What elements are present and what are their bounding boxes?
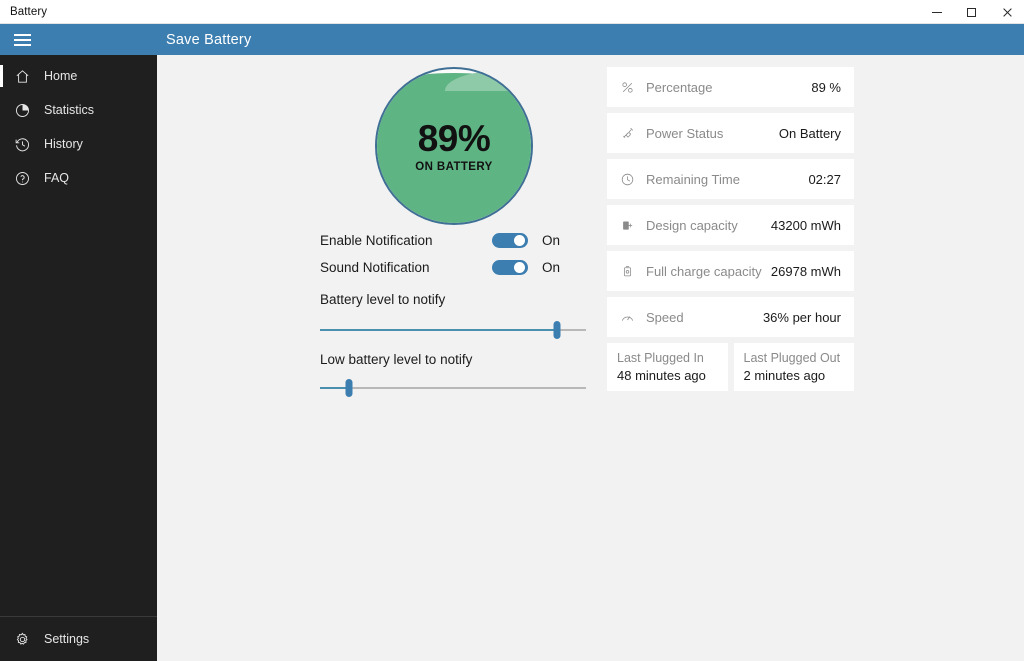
sidebar-item-faq[interactable]: FAQ xyxy=(0,161,157,195)
hamburger-icon[interactable] xyxy=(0,24,45,55)
info-card-value: 36% per hour xyxy=(763,310,841,325)
close-button[interactable] xyxy=(989,0,1024,24)
info-card-value: 02:27 xyxy=(808,172,841,187)
sound-notification-toggle[interactable] xyxy=(492,260,528,275)
minimize-icon xyxy=(932,12,942,13)
sidebar-nav: Home Statistics History FAQ xyxy=(0,55,157,195)
percent-icon xyxy=(620,80,646,95)
slider-fill xyxy=(320,329,557,331)
battery-level-slider[interactable] xyxy=(320,319,586,341)
clock-icon xyxy=(620,172,646,187)
sidebar-item-label: History xyxy=(44,137,83,151)
last-plugged-out-card[interactable]: Last Plugged Out 2 minutes ago xyxy=(734,343,855,391)
maximize-icon xyxy=(967,8,976,17)
card-value: 2 minutes ago xyxy=(744,367,845,385)
info-card-design-capacity[interactable]: Design capacity 43200 mWh xyxy=(607,205,854,245)
battery-full-icon xyxy=(620,264,646,279)
notification-settings: Enable Notification On Sound Notificatio… xyxy=(320,227,590,399)
slider-thumb[interactable] xyxy=(346,379,353,397)
toggle-knob xyxy=(514,262,525,273)
low-battery-level-slider-label: Low battery level to notify xyxy=(320,352,590,367)
info-card-value: 43200 mWh xyxy=(771,218,841,233)
info-card-label: Speed xyxy=(646,310,763,325)
info-card-label: Full charge capacity xyxy=(646,264,771,279)
sidebar-item-statistics[interactable]: Statistics xyxy=(0,93,157,127)
sidebar-spacer xyxy=(0,195,157,616)
page-title: Save Battery xyxy=(166,32,251,48)
close-icon xyxy=(1002,7,1012,17)
info-card-value: 89 % xyxy=(811,80,841,95)
plug-cards: Last Plugged In 48 minutes ago Last Plug… xyxy=(607,343,854,391)
enable-notification-row: Enable Notification On xyxy=(320,227,590,254)
card-value: 48 minutes ago xyxy=(617,367,718,385)
window-controls xyxy=(919,0,1024,24)
battery-percent: 89% xyxy=(418,120,491,157)
sidebar-item-settings[interactable]: Settings xyxy=(0,617,157,661)
question-circle-icon xyxy=(0,170,44,187)
battery-gauge: 89% ON BATTERY xyxy=(375,67,535,227)
info-card-label: Remaining Time xyxy=(646,172,808,187)
last-plugged-in-card[interactable]: Last Plugged In 48 minutes ago xyxy=(607,343,728,391)
slider-track xyxy=(320,387,586,389)
main-content: 89% ON BATTERY Enable Notification On So… xyxy=(157,55,1024,661)
maximize-button[interactable] xyxy=(954,0,989,24)
card-title: Last Plugged In xyxy=(617,349,718,367)
sidebar-item-home[interactable]: Home xyxy=(0,59,157,93)
info-card-label: Percentage xyxy=(646,80,811,95)
minimize-button[interactable] xyxy=(919,0,954,24)
sound-notification-state: On xyxy=(542,260,560,275)
battery-design-icon xyxy=(620,218,646,233)
battery-gauge-text: 89% ON BATTERY xyxy=(377,69,531,223)
sidebar-item-label: Home xyxy=(44,69,77,83)
info-card-speed[interactable]: Speed 36% per hour xyxy=(607,297,854,337)
low-battery-level-slider[interactable] xyxy=(320,377,586,399)
info-card-percentage[interactable]: Percentage 89 % xyxy=(607,67,854,107)
battery-level-slider-label: Battery level to notify xyxy=(320,292,590,307)
info-card-value: On Battery xyxy=(779,126,841,141)
slider-thumb[interactable] xyxy=(553,321,560,339)
sidebar-item-label: FAQ xyxy=(44,171,69,185)
home-icon xyxy=(0,68,44,85)
sidebar: Home Statistics History FAQ xyxy=(0,55,157,661)
sound-notification-row: Sound Notification On xyxy=(320,254,590,281)
battery-status: ON BATTERY xyxy=(415,161,492,173)
enable-notification-state: On xyxy=(542,233,560,248)
info-card-full-charge-capacity[interactable]: Full charge capacity 26978 mWh xyxy=(607,251,854,291)
sidebar-item-label: Settings xyxy=(44,632,89,646)
info-card-value: 26978 mWh xyxy=(771,264,841,279)
sidebar-bottom: Settings xyxy=(0,616,157,661)
info-card-power-status[interactable]: Power Status On Battery xyxy=(607,113,854,153)
info-card-remaining-time[interactable]: Remaining Time 02:27 xyxy=(607,159,854,199)
pie-chart-icon xyxy=(0,102,44,119)
info-card-label: Design capacity xyxy=(646,218,771,233)
app-bar: Save Battery xyxy=(0,24,1024,55)
sound-notification-label: Sound Notification xyxy=(320,260,492,275)
gear-icon xyxy=(0,631,44,648)
card-title: Last Plugged Out xyxy=(744,349,845,367)
battery-info-cards: Percentage 89 % Power Status On Battery … xyxy=(607,67,854,391)
plug-icon xyxy=(620,126,646,141)
sidebar-item-history[interactable]: History xyxy=(0,127,157,161)
enable-notification-toggle[interactable] xyxy=(492,233,528,248)
app-window: Battery Save Battery xyxy=(0,0,1024,661)
toggle-knob xyxy=(514,235,525,246)
enable-notification-label: Enable Notification xyxy=(320,233,492,248)
history-clock-icon xyxy=(0,136,44,153)
speedometer-icon xyxy=(620,310,646,325)
window-title: Battery xyxy=(0,6,47,18)
info-card-label: Power Status xyxy=(646,126,779,141)
sidebar-item-label: Statistics xyxy=(44,103,94,117)
battery-gauge-circle: 89% ON BATTERY xyxy=(375,67,533,225)
window-titlebar: Battery xyxy=(0,0,1024,24)
